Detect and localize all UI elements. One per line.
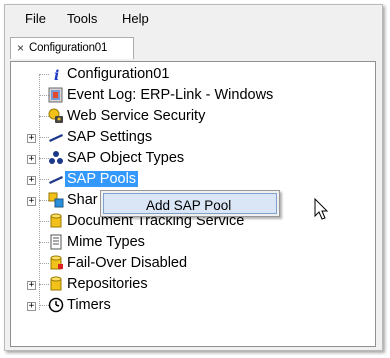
tree-item-repositories[interactable]: Repositories (11, 274, 371, 294)
add-sap-pool-menu-item[interactable]: Add SAP Pool (103, 193, 277, 214)
pointer-cursor-icon (314, 198, 329, 220)
clock-icon (48, 297, 64, 313)
tab-configuration01[interactable]: × Configuration01 (10, 37, 134, 59)
tree-item-sap-object-types[interactable]: SAP Object Types (11, 148, 371, 168)
share-icon (48, 192, 64, 208)
tree-item-event-log[interactable]: Event Log: ERP-Link - Windows (11, 85, 371, 105)
close-tab-icon[interactable]: × (17, 41, 24, 55)
database-icon (50, 255, 63, 270)
svg-text:i: i (54, 68, 59, 82)
pen-icon (49, 176, 63, 184)
tree-item-mime-types[interactable]: Mime Types (11, 232, 371, 252)
tree-item-timers[interactable]: Timers (11, 295, 371, 315)
tab-strip: × Configuration01 (5, 35, 382, 61)
context-menu: Add SAP Pool (100, 190, 280, 217)
tab-label: Configuration01 (29, 42, 108, 54)
database-icon (50, 213, 62, 228)
menu-file[interactable]: File (25, 11, 46, 26)
tree-item-web-service-security[interactable]: Web Service Security (11, 106, 371, 126)
tree-item-fail-over-disabled[interactable]: Fail-Over Disabled (11, 253, 371, 273)
tree-item-configuration01[interactable]: i Configuration01 (11, 64, 371, 84)
menu-tools[interactable]: Tools (67, 11, 97, 26)
info-icon: i (54, 68, 59, 82)
object-types-icon (49, 151, 63, 164)
database-icon (50, 276, 62, 291)
document-icon (50, 234, 62, 250)
menu-bar: File Tools Help (5, 11, 382, 31)
pen-icon (49, 134, 63, 142)
tree-item-sap-settings[interactable]: SAP Settings (11, 127, 371, 147)
app-window: File Tools Help × Configuration01 + + + … (4, 4, 383, 351)
menu-help[interactable]: Help (122, 11, 149, 26)
event-log-icon (48, 87, 63, 103)
tree-item-sap-pools[interactable]: SAP Pools (11, 169, 371, 189)
security-icon (48, 108, 63, 123)
